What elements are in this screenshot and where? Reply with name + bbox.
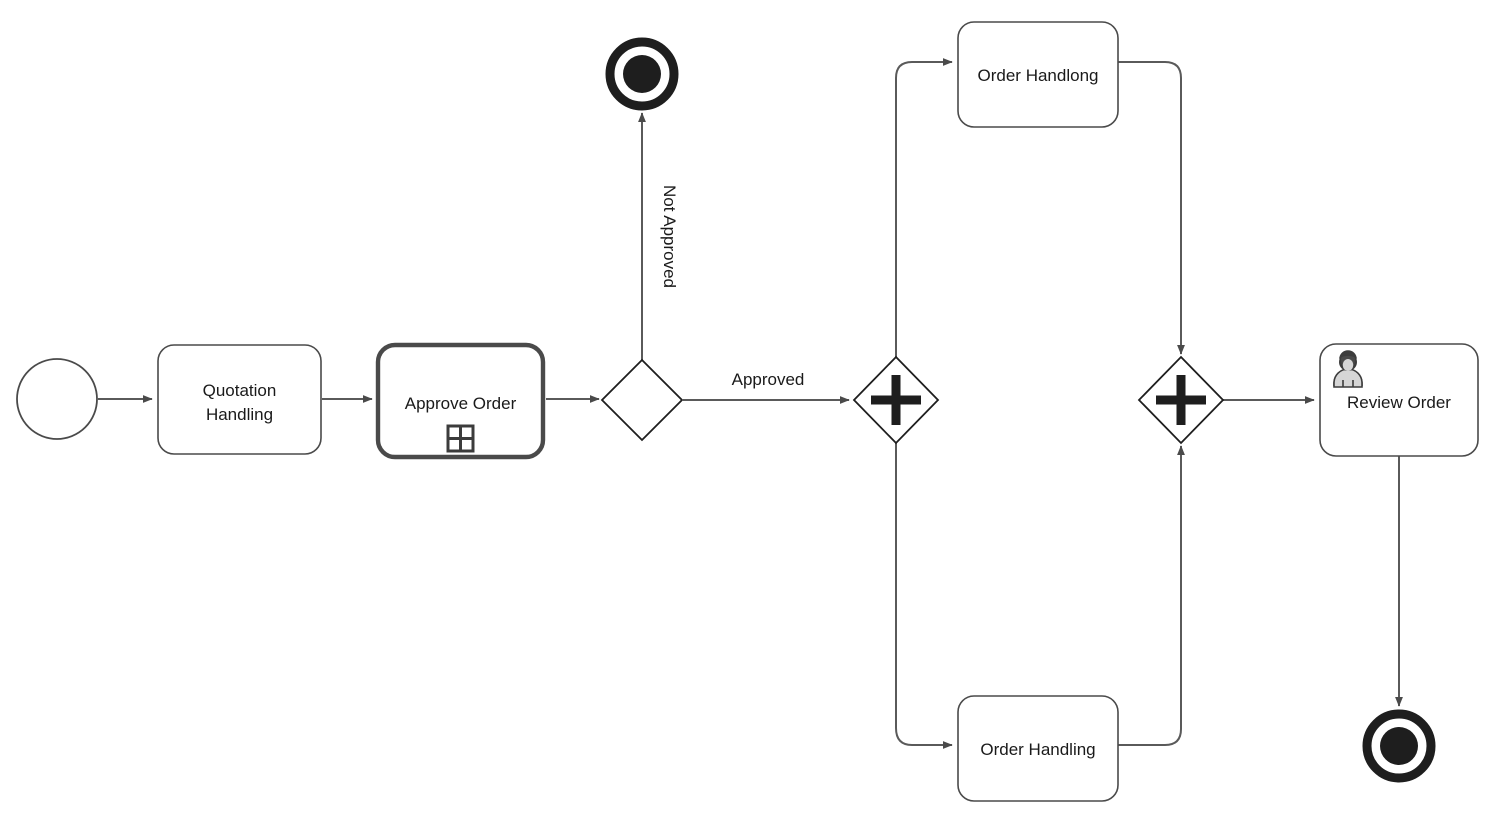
exclusive-gateway[interactable] [600,358,684,442]
task-quotation-handling-label-line2: Handling [206,405,273,424]
task-approve-order[interactable]: Approve Order [375,342,546,460]
bpmn-diagram-canvas: Quotation Handling Approve Order Order H… [0,0,1500,823]
task-order-handling-label: Order Handling [980,740,1095,759]
end-event-complete-dot [1380,727,1418,765]
flow-order-handlong-to-join[interactable] [1118,61,1185,355]
edge-label-not-approved: Not Approved [660,185,679,288]
subprocess-grid-icon [446,424,475,453]
end-event-complete[interactable] [1362,709,1436,783]
task-review-order[interactable]: Review Order [1319,343,1479,457]
flow-split-to-order-handling[interactable] [895,443,953,749]
task-approve-order-label: Approve Order [405,394,517,413]
parallel-split-gateway[interactable] [852,355,940,445]
end-event-not-approved[interactable] [605,37,679,111]
start-event[interactable] [16,358,98,440]
task-order-handling[interactable]: Order Handling [957,695,1119,802]
end-event-not-approved-dot [623,55,661,93]
task-quotation-handling-label-line1: Quotation [203,381,277,400]
bpmn-diagram-svg: Quotation Handling Approve Order Order H… [16,21,1479,802]
task-order-handlong-label: Order Handlong [978,66,1099,85]
task-quotation-handling[interactable]: Quotation Handling [157,344,322,455]
edge-label-layer: Not Approved Approved [660,185,804,389]
flow-order-handling-to-join[interactable] [1118,445,1185,746]
flow-split-to-order-handlong[interactable] [895,58,953,357]
parallel-join-gateway[interactable] [1137,355,1225,445]
task-review-order-label: Review Order [1347,393,1451,412]
start-event-circle [16,358,98,440]
edge-label-approved: Approved [732,370,805,389]
task-order-handlong[interactable]: Order Handlong [957,21,1119,128]
exclusive-gateway-diamond [600,358,684,442]
